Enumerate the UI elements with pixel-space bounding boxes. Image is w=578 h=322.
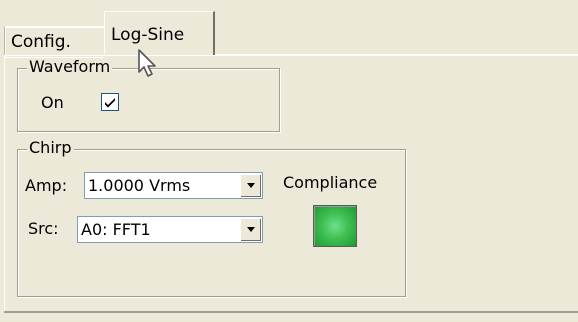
tab-panel-bottom-edge (4, 311, 578, 313)
amp-select-value: 1.0000 Vrms (88, 176, 191, 195)
src-select-value: A0: FFT1 (81, 220, 151, 239)
chevron-down-icon (247, 227, 255, 232)
checkmark-icon (105, 98, 115, 108)
amp-label: Amp: (25, 176, 68, 195)
tab-log-sine-label: Log-Sine (111, 25, 185, 45)
amp-select[interactable]: 1.0000 Vrms (84, 172, 263, 199)
mouse-pointer-icon (137, 48, 161, 84)
src-label: Src: (28, 219, 59, 238)
compliance-indicator (313, 205, 357, 247)
waveform-group-title: Waveform (27, 57, 113, 76)
chevron-down-icon (247, 183, 255, 188)
chirp-group-title: Chirp (27, 138, 74, 157)
waveform-on-label: On (41, 93, 64, 112)
src-select[interactable]: A0: FFT1 (77, 216, 263, 243)
tab-config-label: Config. (11, 32, 71, 52)
src-dropdown-button[interactable] (240, 218, 261, 241)
amp-dropdown-button[interactable] (240, 174, 261, 197)
log-sine-settings-window: Config. Log-Sine Waveform On Chirp Amp: … (0, 0, 578, 322)
compliance-label: Compliance (283, 173, 378, 192)
tab-config[interactable]: Config. (4, 26, 104, 58)
waveform-on-checkbox[interactable] (101, 93, 119, 111)
